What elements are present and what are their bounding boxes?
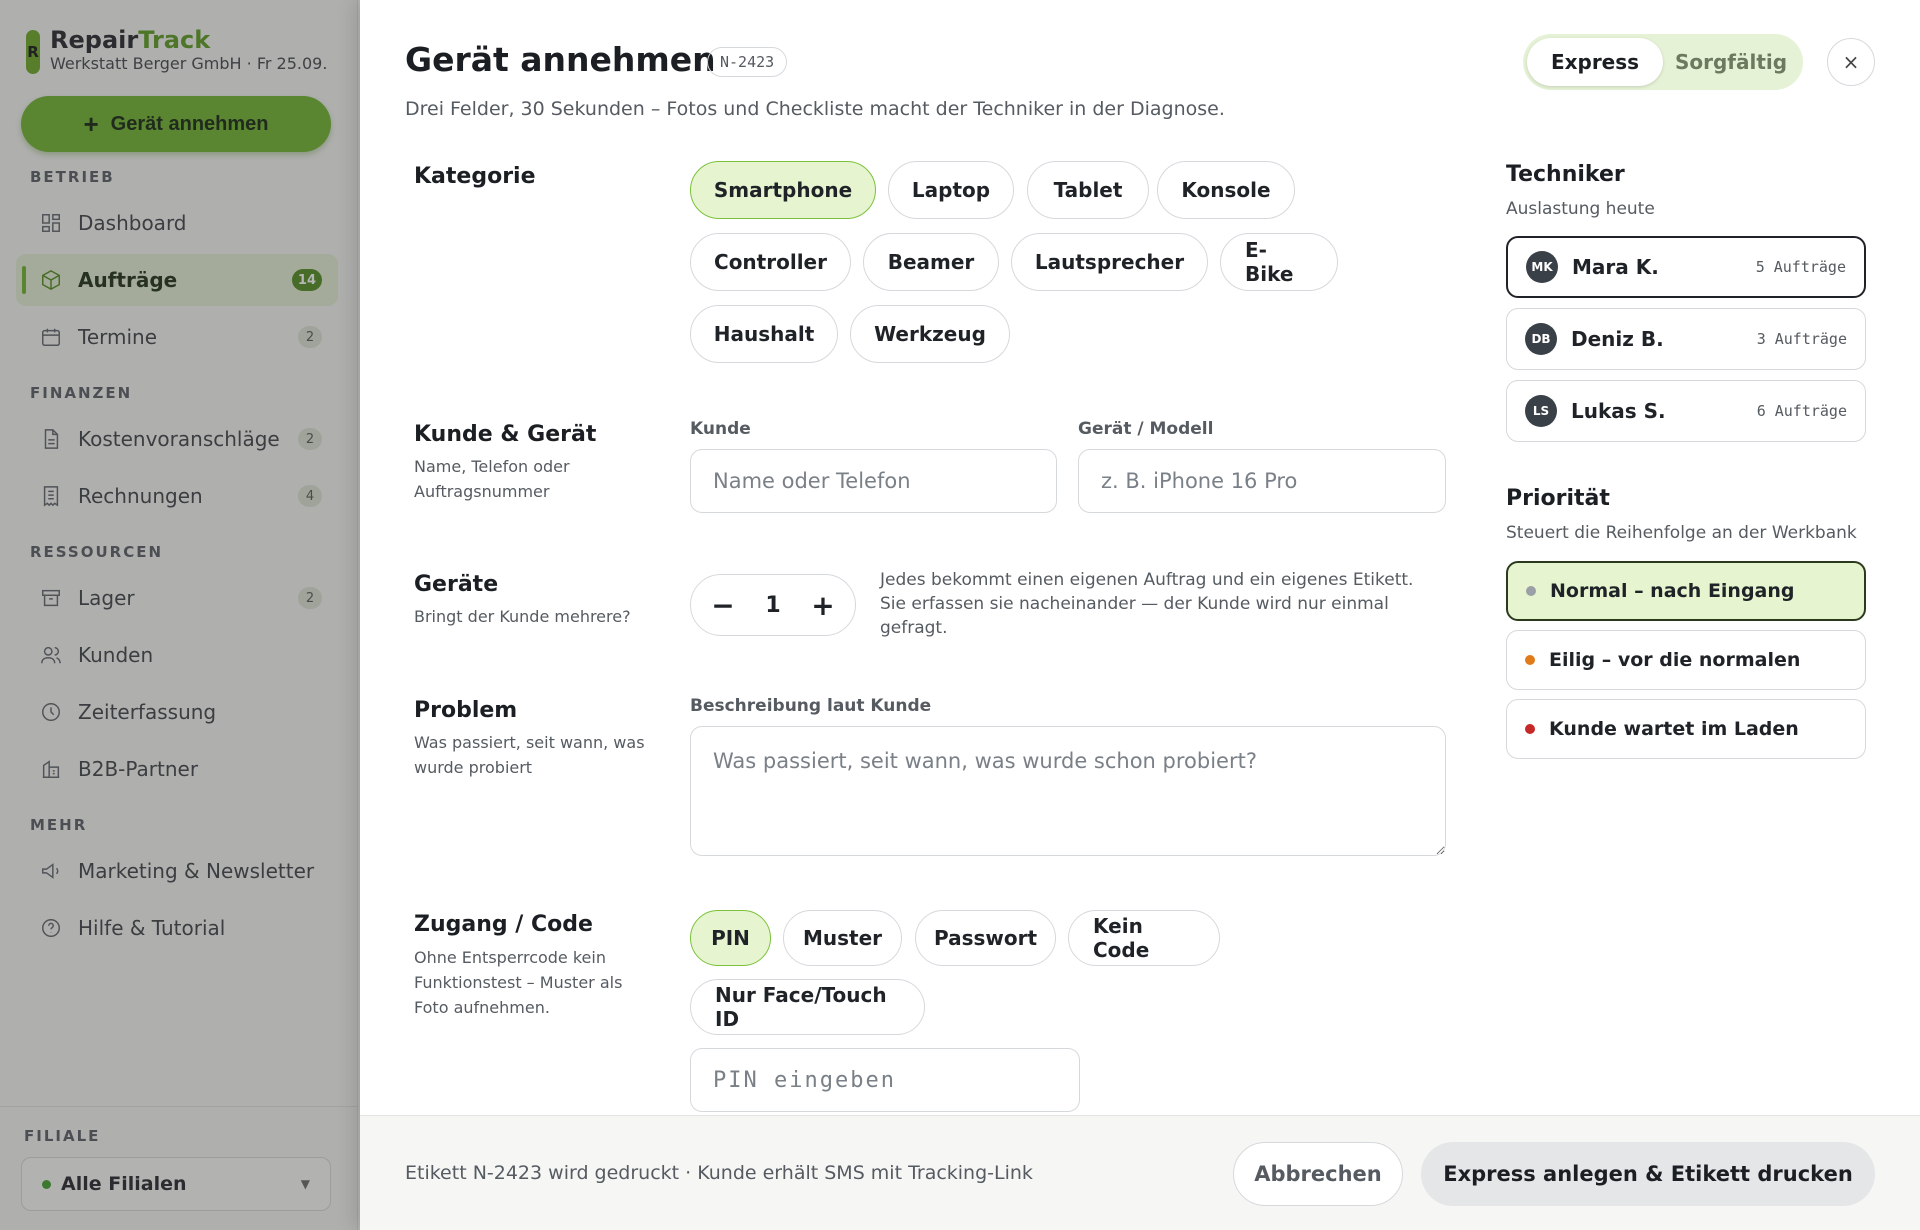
priority-title: Priorität: [1506, 486, 1610, 511]
device-count-stepper: − 1 +: [690, 574, 856, 636]
problem-label: Problem: [414, 698, 518, 723]
category-chip-tablet[interactable]: Tablet: [1027, 161, 1149, 219]
modal-backdrop[interactable]: [0, 0, 360, 1230]
cancel-button[interactable]: Abbrechen: [1233, 1142, 1403, 1206]
priority-option-wartet[interactable]: Kunde wartet im Laden: [1506, 699, 1866, 759]
category-chip-haushalt[interactable]: Haushalt: [690, 305, 838, 363]
priority-option-eilig[interactable]: Eilig – vor die normalen: [1506, 630, 1866, 690]
technician-card-deniz[interactable]: DB Deniz B. 3 Aufträge: [1506, 308, 1866, 370]
priority-dot-icon: [1525, 724, 1535, 734]
technician-name: Mara K.: [1572, 255, 1659, 279]
panel-title: Gerät annehmen: [405, 40, 716, 79]
category-chip-controller[interactable]: Controller: [690, 233, 851, 291]
avatar: LS: [1525, 395, 1557, 427]
geraete-label: Geräte: [414, 572, 499, 597]
kunde-geraet-label: Kunde & Gerät: [414, 422, 597, 447]
panel-subtitle: Drei Felder, 30 Sekunden – Fotos und Che…: [405, 98, 1225, 120]
kunde-geraet-help: Name, Telefon oder Auftragsnummer: [414, 457, 570, 501]
order-id-badge: N-2423: [707, 47, 788, 77]
mode-option-express[interactable]: Express: [1527, 38, 1663, 86]
pin-input[interactable]: [690, 1048, 1080, 1112]
priority-option-normal[interactable]: Normal – nach Eingang: [1506, 561, 1866, 621]
device-model-input[interactable]: [1078, 449, 1446, 513]
priority-option-label: Eilig – vor die normalen: [1549, 649, 1801, 671]
mode-option-sorgfaeltig[interactable]: Sorgfältig: [1663, 38, 1799, 86]
zugang-label: Zugang / Code: [414, 912, 593, 937]
technician-name: Lukas S.: [1571, 399, 1666, 423]
access-chip-kein-code[interactable]: Kein Code: [1068, 910, 1220, 966]
category-chip-werkzeug[interactable]: Werkzeug: [850, 305, 1010, 363]
technician-subtitle: Auslastung heute: [1506, 199, 1655, 219]
avatar: MK: [1526, 251, 1558, 283]
access-chip-pin[interactable]: PIN: [690, 910, 771, 966]
category-chip-laptop[interactable]: Laptop: [888, 161, 1014, 219]
zugang-help: Ohne Entsperrcode kein Funktionstest – M…: [414, 948, 623, 1017]
access-chip-passwort[interactable]: Passwort: [915, 910, 1056, 966]
technician-card-mara[interactable]: MK Mara K. 5 Aufträge: [1506, 236, 1866, 298]
category-chip-ebike[interactable]: E-Bike: [1220, 233, 1338, 291]
problem-help: Was passiert, seit wann, was wurde probi…: [414, 733, 645, 777]
device-field-label: Gerät / Modell: [1078, 419, 1214, 439]
avatar: DB: [1525, 323, 1557, 355]
category-chip-beamer[interactable]: Beamer: [863, 233, 999, 291]
intake-panel: Gerät annehmen N-2423 Drei Felder, 30 Se…: [360, 0, 1920, 1230]
create-and-print-button[interactable]: Express anlegen & Etikett drucken: [1421, 1142, 1875, 1206]
problem-description-textarea[interactable]: [690, 726, 1446, 856]
access-chip-face-touch-id[interactable]: Nur Face/Touch ID: [690, 979, 925, 1035]
technician-card-lukas[interactable]: LS Lukas S. 6 Aufträge: [1506, 380, 1866, 442]
technician-load: 6 Aufträge: [1756, 402, 1847, 420]
panel-footer: Etikett N-2423 wird gedruckt · Kunde erh…: [360, 1115, 1920, 1230]
customer-input[interactable]: [690, 449, 1057, 513]
priority-dot-icon: [1525, 655, 1535, 665]
customer-field-label: Kunde: [690, 419, 751, 439]
priority-option-label: Normal – nach Eingang: [1550, 580, 1795, 602]
priority-option-label: Kunde wartet im Laden: [1549, 718, 1799, 740]
device-count-value: 1: [765, 592, 781, 618]
footer-info: Etikett N-2423 wird gedruckt · Kunde erh…: [405, 1162, 1033, 1184]
increment-button[interactable]: +: [805, 587, 841, 623]
access-chip-muster[interactable]: Muster: [783, 910, 902, 966]
mode-toggle: Express Sorgfältig: [1523, 34, 1803, 90]
category-chip-lautsprecher[interactable]: Lautsprecher: [1011, 233, 1208, 291]
priority-subtitle: Steuert die Reihenfolge an der Werkbank: [1506, 523, 1857, 543]
geraete-help: Bringt der Kunde mehrere?: [414, 607, 631, 626]
problem-field-label: Beschreibung laut Kunde: [690, 696, 932, 716]
kategorie-label: Kategorie: [414, 164, 536, 189]
close-button[interactable]: ×: [1827, 38, 1875, 86]
category-chip-konsole[interactable]: Konsole: [1157, 161, 1295, 219]
decrement-button[interactable]: −: [705, 587, 741, 623]
technician-load: 3 Aufträge: [1756, 330, 1847, 348]
technician-title: Techniker: [1506, 162, 1625, 187]
category-chip-smartphone[interactable]: Smartphone: [690, 161, 876, 219]
close-icon: ×: [1842, 50, 1860, 74]
technician-load: 5 Aufträge: [1755, 258, 1846, 276]
device-count-note: Jedes bekommt einen eigenen Auftrag und …: [880, 570, 1414, 638]
technician-name: Deniz B.: [1571, 327, 1664, 351]
priority-dot-icon: [1526, 586, 1536, 596]
